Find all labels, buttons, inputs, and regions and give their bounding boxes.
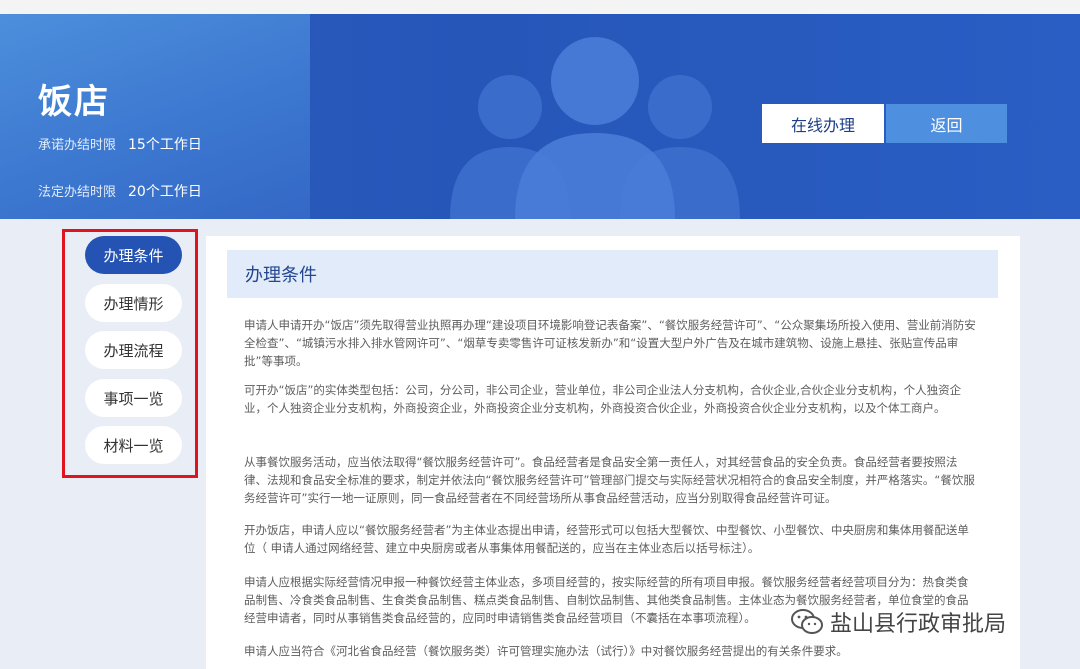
paragraph-4: 开办饭店，申请人应以“餐饮服务经营者”为主体业态提出申请，经营形式可以包括大型餐… (244, 523, 969, 555)
sidebar-item-process[interactable]: 办理流程 (85, 331, 182, 369)
back-button[interactable]: 返回 (886, 104, 1007, 143)
sidebar-item-materials-overview[interactable]: 材料一览 (85, 426, 182, 464)
sidebar-item-situations[interactable]: 办理情形 (85, 284, 182, 322)
wechat-icon (791, 609, 823, 634)
online-apply-button[interactable]: 在线办理 (762, 104, 884, 143)
sidebar-nav: 办理条件 办理情形 办理流程 事项一览 材料一览 (62, 229, 198, 478)
legal-time-label: 法定办结时限 (38, 185, 117, 200)
legal-time-limit: 法定办结时限 20个工作日 (38, 181, 202, 201)
content-card: 办理条件 申请人申请开办“饭店”须先取得营业执照再办理“建设项目环境影响登记表备… (206, 236, 1020, 669)
page-title: 饭店 (38, 82, 110, 122)
people-illustration-icon (450, 37, 740, 219)
paragraph-3: 从事餐饮服务活动，应当依法取得“餐饮服务经营许可”。食品经营者是食品安全第一责任… (244, 455, 975, 505)
section-heading: 办理条件 (227, 250, 998, 298)
paragraph-1: 申请人申请开办“饭店”须先取得营业执照再办理“建设项目环境影响登记表备案”、“餐… (244, 318, 976, 368)
watermark: 盐山县行政审批局 (790, 606, 1006, 638)
promise-time-value: 15个工作日 (128, 137, 202, 153)
sidebar-item-items-overview[interactable]: 事项一览 (85, 379, 182, 417)
promise-time-label: 承诺办结时限 (38, 138, 117, 153)
top-strip (0, 0, 1080, 14)
paragraph-2: 可开办“饭店”的实体类型包括：公司，分公司，非公司企业，营业单位，非公司企业法人… (244, 383, 962, 415)
sidebar-item-conditions[interactable]: 办理条件 (85, 236, 182, 274)
watermark-text: 盐山县行政审批局 (830, 612, 1007, 637)
promise-time-limit: 承诺办结时限 15个工作日 (38, 134, 202, 154)
paragraph-6: 申请人应当符合《河北省食品经营（餐饮服务类）许可管理实施办法（试行）》中对餐饮服… (244, 644, 848, 658)
legal-time-value: 20个工作日 (128, 184, 202, 200)
